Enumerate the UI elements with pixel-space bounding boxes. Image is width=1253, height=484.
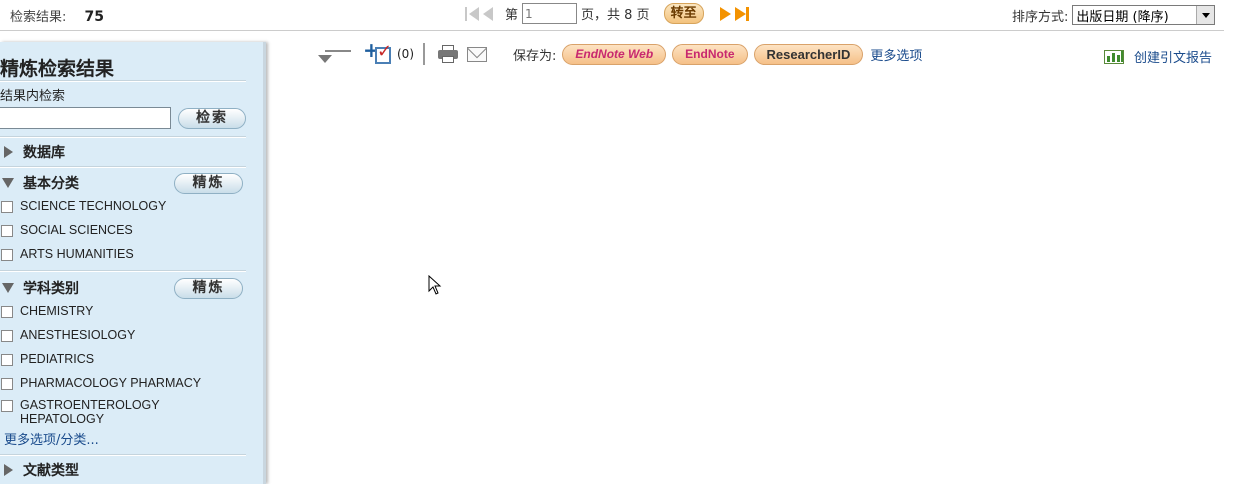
more-categories-link[interactable]: 更多选项/分类...: [4, 429, 99, 448]
divider: [423, 43, 425, 65]
collapse-arrow-icon: [2, 178, 14, 188]
list-item[interactable]: SOCIAL SCIENCES: [1, 223, 133, 237]
refine-sidebar: 精炼检索结果 结果内检索 检索 数据库 基本分类 精炼 SCIENCE TECH…: [0, 42, 266, 484]
results-toolbar: + ✓ (0) 保存为: EndNote Web EndNote Research…: [315, 40, 922, 68]
printer-icon[interactable]: [437, 45, 459, 63]
bar-chart-icon: [1104, 49, 1124, 64]
sort-label: 排序方式:: [1012, 9, 1069, 25]
item-label: ANESTHESIOLOGY: [20, 328, 136, 342]
page-suffix: 页，共 8 页: [581, 8, 650, 23]
divider: [0, 454, 246, 456]
email-icon[interactable]: [467, 46, 487, 62]
save-to-label: 保存为:: [513, 48, 557, 64]
sidebar-title: 精炼检索结果: [0, 58, 115, 80]
section-database[interactable]: 数据库: [4, 142, 65, 162]
sort-select[interactable]: 出版日期 (降序): [1072, 5, 1216, 25]
results-count: 75: [84, 9, 105, 25]
section-doc-type[interactable]: 文献类型: [4, 460, 79, 480]
marked-count[interactable]: (0): [397, 47, 414, 61]
select-range-icon[interactable]: [315, 42, 353, 66]
expand-arrow-icon: [4, 464, 13, 476]
pagination: 第 页，共 8 页 转至: [465, 3, 750, 24]
divider: [0, 136, 246, 138]
checkbox[interactable]: [1, 330, 13, 342]
checkbox[interactable]: [1, 249, 13, 261]
list-item[interactable]: PHARMACOLOGY PHARMACY: [1, 376, 201, 390]
list-item[interactable]: ANESTHESIOLOGY: [1, 328, 135, 342]
item-label: SOCIAL SCIENCES: [20, 223, 133, 237]
page-number-input[interactable]: [522, 3, 578, 24]
item-label: CHEMISTRY: [20, 304, 94, 318]
previous-page-icon[interactable]: [483, 6, 493, 21]
search-within-button[interactable]: 检索: [178, 108, 246, 129]
checkbox[interactable]: [1, 201, 13, 213]
endnote-button[interactable]: EndNote: [672, 43, 748, 65]
sort-control: 排序方式: 出版日期 (降序): [1012, 5, 1216, 25]
list-item[interactable]: SCIENCE TECHNOLOGY: [1, 199, 166, 213]
more-options-link[interactable]: 更多选项: [870, 45, 922, 64]
section-label: 数据库: [23, 145, 65, 161]
endnote-web-button[interactable]: EndNote Web: [562, 43, 667, 65]
item-label: ARTS HUMANITIES: [20, 247, 134, 261]
item-label: PHARMACOLOGY PHARMACY: [20, 376, 202, 390]
list-item[interactable]: ARTS HUMANITIES: [1, 247, 134, 261]
divider: [0, 80, 246, 82]
add-to-marked-list-icon[interactable]: + ✓: [363, 40, 395, 67]
divider: [0, 166, 246, 168]
divider: [0, 270, 246, 272]
citation-report-link[interactable]: 创建引文报告: [1104, 47, 1212, 66]
list-item[interactable]: PEDIATRICS: [1, 352, 94, 366]
refine-basic-button[interactable]: 精炼: [174, 173, 243, 194]
section-basic-category[interactable]: 基本分类: [2, 173, 79, 193]
list-item[interactable]: GASTROENTEROLOGY HEPATOLOGY: [1, 398, 171, 426]
checkbox[interactable]: [1, 400, 13, 412]
list-item[interactable]: CHEMISTRY: [1, 304, 93, 318]
item-label: GASTROENTEROLOGY HEPATOLOGY: [20, 398, 160, 426]
section-label: 文献类型: [23, 463, 79, 479]
chevron-down-icon[interactable]: [1196, 6, 1215, 24]
search-within-input[interactable]: [0, 107, 171, 129]
item-label: SCIENCE TECHNOLOGY: [20, 199, 167, 213]
collapse-arrow-icon: [2, 283, 14, 293]
checkbox[interactable]: [1, 354, 13, 366]
search-within-label: 结果内检索: [0, 89, 66, 104]
results-header: 检索结果: 75 第 页，共 8 页 转至 排序方式: 出版日期 (降序): [0, 0, 1224, 31]
checkbox[interactable]: [1, 378, 13, 390]
section-subject-category[interactable]: 学科类别: [2, 278, 79, 298]
section-label: 学科类别: [23, 281, 79, 297]
checkbox[interactable]: [1, 225, 13, 237]
expand-arrow-icon: [4, 146, 13, 158]
citation-report-label: 创建引文报告: [1134, 51, 1213, 66]
section-label: 基本分类: [23, 176, 79, 192]
researcher-id-button[interactable]: ResearcherID: [753, 43, 864, 65]
results-summary: 检索结果: 75: [10, 6, 104, 25]
go-to-page-button[interactable]: 转至: [663, 3, 704, 24]
first-page-icon[interactable]: [465, 6, 479, 21]
next-page-icon[interactable]: [719, 6, 731, 21]
mouse-cursor-icon: [428, 275, 442, 295]
results-label: 检索结果:: [10, 10, 67, 25]
sort-selected-value: 出版日期 (降序): [1076, 9, 1169, 25]
last-page-icon[interactable]: [734, 6, 749, 21]
refine-subject-button[interactable]: 精炼: [174, 278, 243, 299]
page-prefix: 第: [505, 8, 519, 23]
item-label: PEDIATRICS: [20, 352, 95, 366]
checkbox[interactable]: [1, 306, 13, 318]
